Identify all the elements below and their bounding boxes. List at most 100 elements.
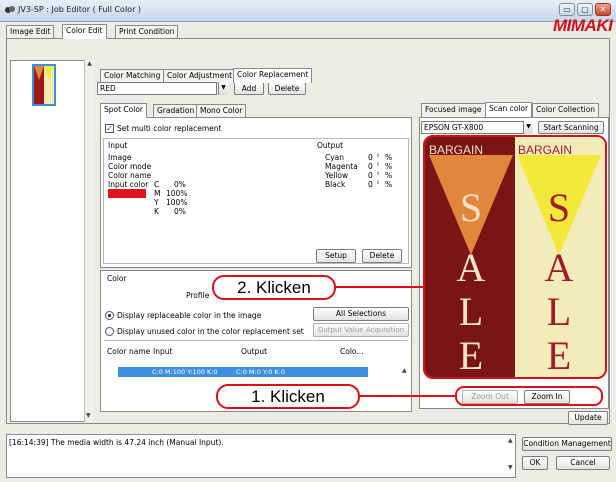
condition-management-button[interactable]: Condition Management — [522, 437, 612, 451]
scanner-select[interactable]: EPSON GT-X800 — [421, 121, 527, 134]
cancel-button[interactable]: Cancel — [556, 456, 610, 470]
color-name-label: Color name — [108, 171, 152, 180]
tab-focused-image[interactable]: Focused image — [421, 103, 486, 117]
tab-print-condition[interactable]: Print Condition — [115, 25, 179, 39]
output-black-value[interactable]: 0 — [368, 180, 373, 189]
scan-preview-image[interactable]: S A L E S A L E — [423, 135, 607, 379]
channel-c-value: 0% — [174, 180, 186, 189]
output-yellow-unit: % — [385, 171, 393, 180]
zoom-in-button[interactable]: Zoom In — [524, 390, 570, 404]
spinner-icon[interactable]: ⇕ — [374, 162, 382, 169]
replacement-set-select[interactable]: RED — [97, 82, 217, 95]
chevron-down-icon[interactable]: ▼ — [218, 82, 228, 95]
close-button[interactable]: ✕ — [595, 3, 611, 16]
row-input-value: C:0 M:100 Y:100 K:0 — [152, 368, 218, 376]
output-magenta-unit: % — [385, 162, 393, 171]
tab-color-matching[interactable]: Color Matching — [100, 69, 165, 83]
app-icon — [5, 6, 15, 13]
sale-thumbnail-icon — [34, 66, 54, 104]
tab-color-collection[interactable]: Color Collection — [532, 103, 600, 117]
letter-s-right: S — [548, 185, 570, 230]
sale-poster-image: S A L E S A L E — [425, 137, 605, 377]
tab-image-edit[interactable]: Image Edit — [6, 25, 55, 39]
output-cyan-label: Cyan — [325, 153, 345, 162]
setup-button[interactable]: Setup — [316, 249, 356, 263]
update-button[interactable]: Update — [568, 411, 608, 425]
scroll-down-icon[interactable]: ▼ — [508, 464, 513, 471]
all-selections-button[interactable]: All Selections — [313, 307, 409, 321]
chevron-down-icon[interactable]: ▼ — [523, 121, 533, 134]
channel-m-value: 100% — [166, 189, 188, 198]
letter-s-left: S — [460, 185, 482, 230]
tab-scan-color[interactable]: Scan color — [485, 102, 533, 117]
tab-color-edit[interactable]: Color Edit — [62, 24, 107, 39]
channel-k-name: K — [154, 207, 159, 216]
color-mode-label: Color mode — [108, 162, 152, 171]
banner-right: BARGAIN — [518, 143, 573, 157]
zoom-out-button[interactable]: Zoom Out — [462, 390, 518, 404]
scroll-up-icon[interactable]: ▲ — [508, 437, 513, 444]
thumbnail-scrollbar[interactable]: ▲ — [84, 60, 94, 422]
scroll-down-icon: ▼ — [86, 412, 91, 419]
tab-spot-color[interactable]: Spot Color — [100, 103, 148, 118]
channel-c-name: C — [154, 180, 160, 189]
letter-e-right: E — [547, 333, 571, 377]
output-yellow-value[interactable]: 0 — [368, 171, 373, 180]
callout-connector — [358, 395, 456, 397]
log-message: [16:14:39] The media width is 47.24 inch… — [9, 438, 224, 447]
add-button[interactable]: Add — [234, 82, 264, 95]
multi-color-label: Set multi color replacement — [117, 124, 222, 133]
divider — [104, 340, 408, 341]
banner-left: BARGAIN — [429, 143, 484, 157]
tab-color-adjustment[interactable]: Color Adjustment — [163, 69, 237, 83]
column-input: Input — [153, 347, 173, 356]
output-cyan-value[interactable]: 0 — [368, 153, 373, 162]
delete-color-button[interactable]: Delete — [362, 249, 402, 263]
spinner-icon[interactable]: ⇕ — [374, 171, 382, 178]
input-color-swatch — [108, 189, 146, 198]
display-unused-label: Display unused color in the color replac… — [117, 327, 304, 336]
letter-l-right: L — [547, 289, 571, 334]
channel-y-value: 100% — [166, 198, 188, 207]
channel-y-name: Y — [154, 198, 159, 207]
color-heading: Color — [107, 274, 127, 283]
tab-mono-color[interactable]: Mono Color — [196, 104, 247, 118]
output-heading: Output — [317, 141, 344, 150]
replacement-list-row[interactable]: C:0 M:100 Y:100 K:0 C:0 M:0 Y:0 K:0 — [118, 367, 368, 377]
letter-l-left: L — [459, 289, 483, 334]
minimize-button[interactable]: ▭ — [559, 3, 575, 16]
window-title: JV3-SP : Job Editor ( Full Color ) — [18, 5, 142, 14]
start-scanning-button[interactable]: Start Scanning — [538, 121, 604, 134]
output-value-acquisition-button[interactable]: Output Value Acquisition — [313, 323, 409, 337]
input-color-label: Input color — [108, 180, 149, 189]
column-color-name: Color name — [107, 347, 151, 356]
brand-logo: MIMAKI — [553, 16, 613, 35]
output-magenta-label: Magenta — [325, 162, 358, 171]
output-black-unit: % — [385, 180, 393, 189]
thumbnail-list — [10, 60, 94, 422]
radio-display-replaceable[interactable] — [105, 311, 114, 320]
delete-set-button[interactable]: Delete — [268, 82, 306, 95]
callout-step-1: 1. Klicken — [216, 384, 360, 409]
column-output: Output — [241, 347, 268, 356]
callout-connector — [333, 286, 425, 288]
letter-a-left: A — [457, 245, 486, 290]
channel-m-name: M — [154, 189, 161, 198]
spinner-icon[interactable]: ⇕ — [374, 153, 382, 160]
ok-button[interactable]: OK — [522, 456, 548, 470]
display-replaceable-label: Display replaceable color in the image — [117, 311, 262, 320]
tab-color-replacement[interactable]: Color Replacement — [233, 68, 313, 83]
multi-color-checkbox[interactable]: ✓ — [105, 124, 114, 133]
maximize-button[interactable]: ▢ — [577, 3, 593, 16]
scroll-up-icon[interactable]: ▲ — [402, 367, 407, 374]
output-yellow-label: Yellow — [325, 171, 349, 180]
image-label: Image — [108, 153, 132, 162]
radio-display-unused[interactable] — [105, 327, 114, 336]
tab-gradation[interactable]: Gradation — [153, 104, 199, 118]
output-magenta-value[interactable]: 0 — [368, 162, 373, 171]
input-heading: Input — [108, 141, 128, 150]
column-color: Colo... — [340, 347, 364, 356]
job-thumbnail[interactable] — [32, 64, 56, 106]
scanner-device-value: EPSON GT-X800 — [424, 123, 484, 132]
spinner-icon[interactable]: ⇕ — [374, 180, 382, 187]
